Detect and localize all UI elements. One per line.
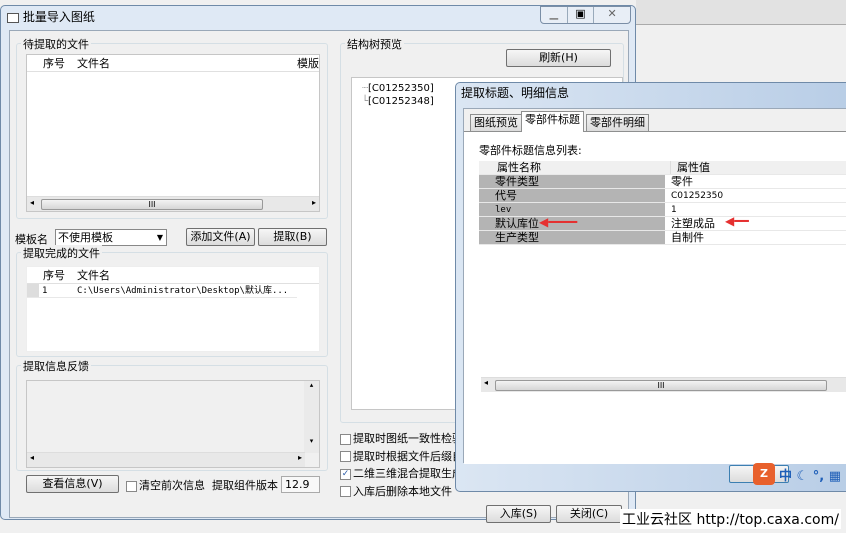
column-header[interactable]: 文件名 [77,55,297,71]
checkbox-label: 提取时根据文件后缀自 [353,449,463,463]
title-bar: 批量导入图纸 [7,7,95,28]
done-files-group: 提取完成的文件 序号 文件名 1 C:\Users\Administrator\De… [16,245,328,357]
ime-toolbar[interactable]: 中 ☾ °, ▦ [779,465,841,484]
chevron-down-icon: ▼ [156,233,163,242]
option-checkbox[interactable]: 提取时图纸一致性检验 [340,430,463,448]
group-label: 待提取的文件 [21,36,91,52]
keyboard-icon[interactable]: ▦ [829,469,841,484]
list-label: 零部件标题信息列表: [479,144,582,157]
table-row[interactable]: 默认库位 ◀━━━━ 注塑成品 ◀━━ [479,214,846,231]
checkbox-label: 入库后删除本地文件 [353,484,452,498]
maximize-button[interactable]: ▣ [566,7,594,23]
refresh-button[interactable]: 刷新(H) [506,49,611,67]
properties-table[interactable]: 属性名称 属性值 零件类型 零件 代号 C01252350 lev 1 默认库位 ◀━━━… [479,161,846,245]
checkbox-label: 提取时图纸一致性检验 [353,432,463,445]
column-header[interactable]: 文件名 [77,267,110,283]
dialog-title: 提取标题、明细信息 [461,86,570,100]
minimize-button[interactable]: ▁ [541,7,567,23]
property-value: 零件 [665,175,846,188]
ime-mode[interactable]: 中 [779,469,792,484]
property-value: C01252350 [665,189,846,202]
moon-icon[interactable]: ☾ [797,469,809,484]
close-dialog-button[interactable]: 关闭(C) [556,505,622,523]
scroll-thumb[interactable]: III [41,199,263,210]
template-value: 不使用模板 [58,231,113,244]
table-row[interactable]: 生产类型 自制件 [479,231,846,245]
column-header[interactable]: 属性值 [671,161,710,174]
window-title: 批量导入图纸 [22,10,95,24]
property-name: 默认库位 ◀━━━━ [479,215,665,230]
ime-logo-icon[interactable]: Z [753,463,775,485]
table-row[interactable]: 1 C:\Users\Administrator\Desktop\默认库... [27,284,297,298]
group-label: 结构树预览 [345,36,404,52]
red-arrow-icon: ◀━━ [725,214,749,228]
view-info-button[interactable]: 查看信息(V) [26,475,119,493]
group-label: 提取信息反馈 [21,358,91,374]
version-label: 提取组件版本 [212,479,278,492]
property-name: 零件类型 [479,175,665,188]
store-button[interactable]: 入库(S) [486,505,551,523]
clear-previous-checkbox[interactable]: 清空前次信息 [126,477,205,493]
template-select[interactable]: 不使用模板 ▼ [55,229,167,246]
horizontal-scrollbar[interactable]: ◂ ▸ [27,452,305,467]
extract-info-dialog: 提取标题、明细信息 图纸预览 零部件标题 零部件明细 零部件标题信息列表: 属性… [455,82,846,492]
version-input[interactable]: 12.9 [281,476,320,493]
close-button[interactable]: ✕ [593,7,630,23]
property-name-text: 默认库位 [495,217,539,230]
tab-drawing-preview[interactable]: 图纸预览 [470,114,522,131]
option-checkbox[interactable]: 入库后删除本地文件 [340,483,463,501]
row-file: C:\Users\Administrator\Desktop\默认库... [77,286,289,296]
column-header[interactable]: 序号 [27,267,77,283]
property-value: 注塑成品 ◀━━ [665,214,846,230]
property-name: 代号 [479,189,665,202]
property-value-text: 注塑成品 [671,217,715,230]
tree-node-label: [C01252350] [368,83,434,94]
punctuation-icon[interactable]: °, [813,469,824,484]
app-icon [7,12,19,23]
add-file-button[interactable]: 添加文件(A) [186,228,255,246]
property-name: 生产类型 [479,231,665,244]
tree-node-label: [C01252348] [368,96,434,107]
table-row[interactable]: 代号 C01252350 [479,189,846,203]
column-header[interactable]: 序号 [27,55,77,71]
property-value: 1 [665,203,846,216]
horizontal-scrollbar[interactable]: ◂ III ▸ [27,196,319,211]
column-header[interactable]: 属性名称 [479,161,671,174]
tab-part-title[interactable]: 零部件标题 [521,111,584,132]
table-row[interactable]: lev 1 [479,203,846,217]
table-row[interactable]: 零件类型 零件 [479,175,846,189]
checkbox-label: 二维三维混合提取生成 [353,467,463,480]
feedback-group: 提取信息反馈 ▴ ▾ ◂ ▸ [16,358,328,471]
option-checkbox[interactable]: ✓ 二维三维混合提取生成 [340,465,463,483]
property-value: 自制件 [665,231,846,244]
red-arrow-icon: ◀━━━━ [539,215,578,229]
tab-part-detail[interactable]: 零部件明细 [586,114,649,131]
extract-button[interactable]: 提取(B) [258,228,327,246]
row-number: 1 [42,286,48,296]
watermark: 工业云社区 http://top.caxa.com/ [620,509,841,529]
vertical-scrollbar[interactable]: ▴ ▾ [304,381,319,453]
column-header[interactable]: 模版 [297,55,319,71]
pending-files-list[interactable]: 序号 文件名 模版 ◂ III ▸ [26,54,320,212]
horizontal-scrollbar[interactable]: ◂ III [481,377,846,392]
checkbox-label: 清空前次信息 [139,479,205,492]
option-checkbox[interactable]: 提取时根据文件后缀自 [340,448,463,466]
group-label: 提取完成的文件 [21,245,102,261]
background-window [636,0,846,25]
done-files-list[interactable]: 序号 文件名 1 C:\Users\Administrator\Desktop\默认… [26,266,320,352]
pending-files-group: 待提取的文件 序号 文件名 模版 ◂ III ▸ [16,36,328,219]
scroll-thumb[interactable]: III [495,380,827,391]
feedback-textarea[interactable]: ▴ ▾ ◂ ▸ [26,380,320,468]
